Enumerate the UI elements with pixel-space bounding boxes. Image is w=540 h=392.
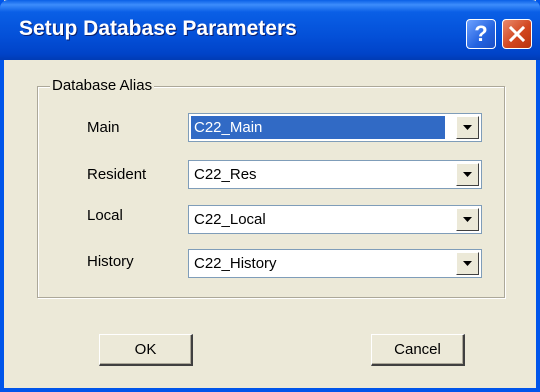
local-alias-combobox[interactable]: C22_Local <box>188 205 482 234</box>
local-dropdown-button[interactable] <box>456 208 479 231</box>
title-bar[interactable]: Setup Database Parameters ? <box>0 0 540 60</box>
dialog-body: Database Alias Main C22_Main Resident C2… <box>4 60 536 388</box>
chevron-down-icon <box>463 125 472 130</box>
local-label: Local <box>87 207 123 224</box>
help-button[interactable]: ? <box>466 19 496 49</box>
close-button[interactable] <box>502 19 532 49</box>
main-label: Main <box>87 119 120 136</box>
group-label: Database Alias <box>50 77 155 94</box>
history-alias-combobox[interactable]: C22_History <box>188 249 482 278</box>
main-dropdown-button[interactable] <box>456 116 479 139</box>
resident-alias-value: C22_Res <box>194 166 257 183</box>
dialog-window: Setup Database Parameters ? Database Ali… <box>0 0 540 392</box>
cancel-button[interactable]: Cancel <box>371 334 465 366</box>
chevron-down-icon <box>463 172 472 177</box>
ok-button[interactable]: OK <box>99 334 193 366</box>
close-icon <box>508 25 526 43</box>
main-alias-value: C22_Main <box>191 116 445 139</box>
help-icon: ? <box>474 21 488 46</box>
history-alias-value: C22_History <box>194 255 277 272</box>
history-dropdown-button[interactable] <box>456 252 479 275</box>
resident-alias-combobox[interactable]: C22_Res <box>188 160 482 189</box>
local-alias-value: C22_Local <box>194 211 266 228</box>
database-alias-group: Database Alias Main C22_Main Resident C2… <box>37 77 505 298</box>
history-label: History <box>87 253 134 270</box>
chevron-down-icon <box>463 217 472 222</box>
main-alias-combobox[interactable]: C22_Main <box>188 113 482 142</box>
chevron-down-icon <box>463 261 472 266</box>
resident-label: Resident <box>87 166 147 183</box>
resident-dropdown-button[interactable] <box>456 163 479 186</box>
window-title: Setup Database Parameters <box>19 17 297 40</box>
